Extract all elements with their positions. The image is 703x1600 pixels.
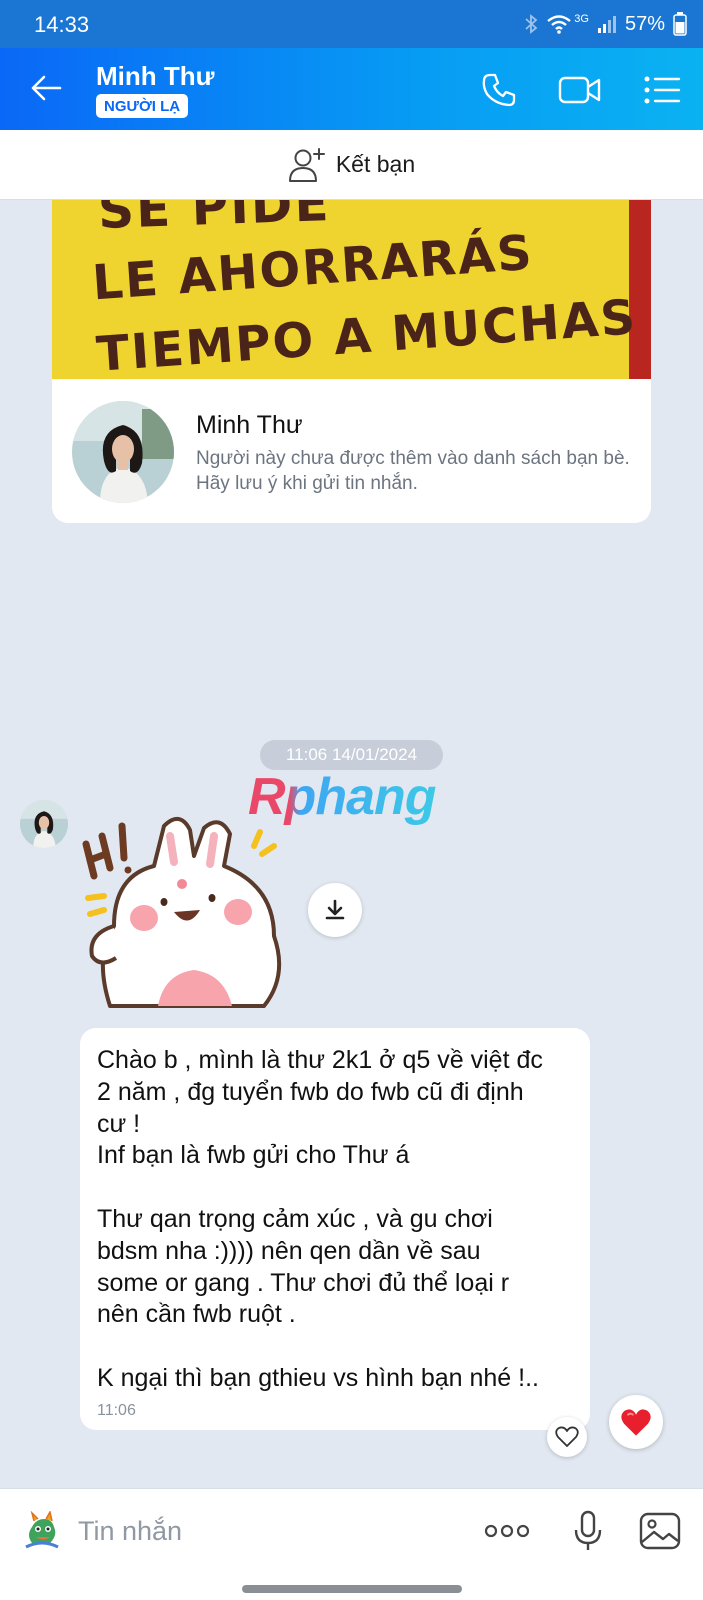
video-call-button[interactable] [558,68,602,112]
message-line: Inf bạn là fwb gửi cho Thư á [97,1141,410,1170]
voice-message-button[interactable] [564,1507,612,1555]
home-indicator[interactable] [242,1585,462,1593]
cover-photo: SE PIDE LE AHORRARÁS TIEMPO A MUCHAS [52,200,651,379]
battery-icon [673,12,687,36]
stranger-notice: Người này chưa được thêm vào danh sách b… [196,448,630,494]
message-text: Chào b , mình là thư 2k1 ở q5 về việt đc… [97,1045,577,1395]
back-button[interactable] [26,68,66,108]
message-line: nên cần fwb ruột . [97,1300,296,1329]
message-line: cư ! [97,1109,141,1138]
add-friend-label: Kết bạn [335,151,416,177]
heart-reaction[interactable] [609,1395,663,1449]
sticker-button[interactable] [20,1509,64,1553]
video-call-icon [558,76,601,104]
wifi-icon [547,15,572,34]
message-line: Chào b , mình là thư 2k1 ở q5 về việt đc [97,1046,543,1074]
message-line [97,1172,577,1204]
sticker-emoji-icon [25,1511,59,1549]
message-line: some or gang . Thư chơi đủ thể loại r [97,1268,510,1297]
network-type: 3G [574,13,589,25]
signal-icon [597,16,616,33]
message-bubble[interactable]: Chào b , mình là thư 2k1 ở q5 về việt đc… [80,1028,590,1430]
stranger-badge: NGƯỜI LẠ [96,94,189,118]
message-date-pill: 11:06 14/01/2024 [260,740,443,770]
download-icon [325,899,345,920]
sender-avatar[interactable] [20,800,68,848]
hi-bunny-sticker[interactable] [74,806,304,1016]
more-button[interactable] [483,1507,531,1555]
add-person-icon [288,147,325,182]
phone-icon [482,73,516,107]
message-time: 11:06 [97,1402,136,1419]
message-line: Thư qan trọng cảm xúc , và gu chơi [97,1204,493,1233]
menu-list-icon [644,76,681,104]
add-friend-button[interactable]: Kết bạn [0,130,703,200]
message-line [97,1331,577,1363]
profile-name: Minh Thư [196,411,303,439]
voice-call-button[interactable] [477,68,521,112]
status-bar: 14:33 3G 57% [0,0,703,48]
contact-name[interactable]: Minh Thư [96,61,214,92]
heart-outline-icon [555,1426,579,1447]
status-time: 14:33 [34,12,90,37]
battery-percent: 57% [624,12,665,35]
more-dots-icon [484,1524,530,1538]
message-input[interactable] [78,1509,458,1553]
react-button[interactable] [547,1417,587,1457]
download-sticker-button[interactable] [308,883,362,937]
back-arrow-icon [31,75,62,101]
profile-card[interactable]: SE PIDE LE AHORRARÁS TIEMPO A MUCHAS Min… [52,200,651,523]
bluetooth-icon [525,14,538,34]
message-line: bdsm nha :)))) nên qen dần về sau [97,1236,481,1265]
cover-text-line-1: SE PIDE [97,200,332,241]
message-line: 2 năm , đg tuyển fwb do fwb cũ đi định [97,1077,524,1106]
image-icon [639,1512,681,1550]
message-input-bar [0,1488,703,1600]
send-image-button[interactable] [636,1507,684,1555]
heart-icon [621,1408,651,1436]
profile-avatar[interactable] [72,401,174,503]
chat-header: Minh Thư NGƯỜI LẠ [0,48,703,130]
message-line: K ngại thì bạn gthieu vs hình bạn nhé !.… [97,1363,539,1392]
status-icons: 3G 57% [524,10,687,38]
microphone-icon [574,1510,602,1550]
options-menu-button[interactable] [640,68,684,112]
